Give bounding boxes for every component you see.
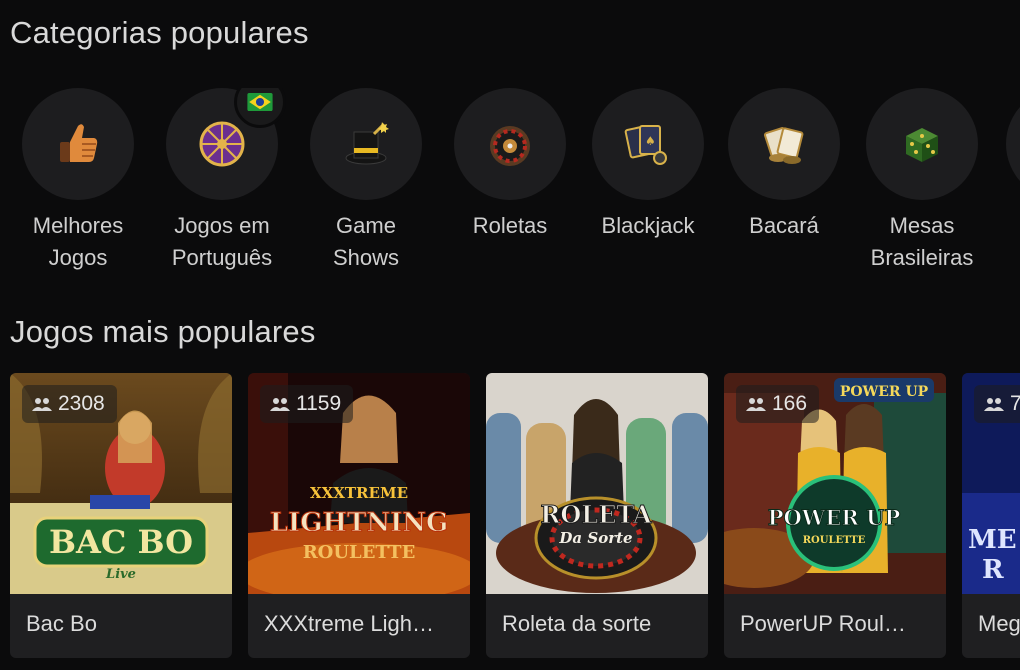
categories-carousel: Melhores Jogos Jogos em Português Game S… <box>0 88 1020 278</box>
category-label: Game Shows <box>332 213 400 270</box>
wheel-icon <box>199 121 245 167</box>
games-section-title: Jogos mais populares <box>10 314 316 349</box>
svg-text:Da Sorte: Da Sorte <box>558 529 632 547</box>
game-card-bac-bo[interactable]: BAC BO Live 2308 Bac Bo <box>10 373 232 658</box>
game-title: XXXtreme Ligh… <box>264 611 434 636</box>
category-label: Jogos em Português <box>171 213 273 270</box>
category-icon-circle <box>728 88 840 200</box>
svg-text:♠: ♠ <box>645 134 656 148</box>
category-label: Bacará <box>749 213 819 238</box>
player-count: 2308 <box>58 392 105 415</box>
category-icon-circle <box>22 88 134 200</box>
player-count: 1159 <box>296 392 342 415</box>
people-icon <box>984 398 1004 411</box>
games-carousel: BAC BO Live 2308 Bac Bo XXXTREME LIGHTNI… <box>0 373 1020 663</box>
category-jogos-em-portugues[interactable]: Jogos em Português <box>152 88 292 274</box>
category-label: Melhores Jogos <box>32 213 124 270</box>
baccarat-chips-icon <box>763 127 804 164</box>
roulette-icon <box>490 126 530 166</box>
game-title: PowerUP Roul… <box>740 611 906 636</box>
game-card-powerup-roulette[interactable]: POWER UP POWER UP ROULETTE 166 PowerUP R… <box>724 373 946 658</box>
category-label: Blackjack <box>601 213 695 238</box>
player-count-badge: 7 <box>974 385 1020 423</box>
svg-text:XXXTREME: XXXTREME <box>310 484 408 502</box>
game-card-xxxtreme-lightning[interactable]: XXXTREME LIGHTNING ROULETTE 1159 XXXtrem… <box>248 373 470 658</box>
game-card-mega-partial[interactable]: ME R 7 Meg <box>962 373 1020 658</box>
category-icon-circle <box>310 88 422 200</box>
player-count: 166 <box>772 392 808 415</box>
svg-text:POWER UP: POWER UP <box>840 384 929 400</box>
category-label: Mesas Brasileiras <box>870 213 974 270</box>
game-card-roleta-da-sorte[interactable]: ROLETA Da Sorte Roleta da sorte <box>486 373 708 658</box>
top-hat-icon <box>345 122 389 165</box>
category-blackjack[interactable]: ♠ Blackjack <box>578 88 718 242</box>
category-partial-next[interactable] <box>992 88 1020 200</box>
people-icon <box>32 398 52 411</box>
game-title: Bac Bo <box>26 611 97 636</box>
game-title: Meg <box>978 611 1020 636</box>
svg-text:R: R <box>982 555 1004 585</box>
game-logo-text: LIGHTNING <box>270 508 448 538</box>
player-count-badge: 1159 <box>260 385 354 423</box>
dice-icon <box>906 128 938 162</box>
player-count-badge: 2308 <box>22 385 117 423</box>
game-logo-text: BAC BO <box>49 523 193 561</box>
player-count-badge: 166 <box>736 385 820 423</box>
category-roletas[interactable]: Roletas <box>440 88 580 242</box>
category-icon-circle: ♠ <box>592 88 704 200</box>
category-bacara[interactable]: Bacará <box>714 88 854 242</box>
game-title: Roleta da sorte <box>502 611 652 636</box>
game-thumbnail: ROLETA Da Sorte <box>486 373 708 594</box>
player-count: 7 <box>1010 392 1020 415</box>
cards-icon: ♠ <box>624 125 667 165</box>
category-label: Roletas <box>472 213 548 238</box>
svg-text:Live: Live <box>105 567 136 582</box>
category-melhores-jogos[interactable]: Melhores Jogos <box>8 88 148 274</box>
category-mesas-brasileiras[interactable]: Mesas Brasileiras <box>852 88 992 274</box>
category-icon-circle <box>454 88 566 200</box>
svg-text:ME: ME <box>968 525 1017 555</box>
category-icon-circle <box>866 88 978 200</box>
svg-text:ROULETTE: ROULETTE <box>803 535 866 546</box>
people-icon <box>270 398 290 411</box>
categories-section-title: Categorias populares <box>10 15 309 50</box>
category-game-shows[interactable]: Game Shows <box>296 88 436 274</box>
game-logo-text: ROLETA <box>540 500 652 529</box>
brazil-flag-icon <box>247 93 273 111</box>
people-icon <box>746 398 766 411</box>
svg-text:ROULETTE: ROULETTE <box>303 542 416 563</box>
thumbs-up-icon <box>60 124 98 162</box>
game-logo-text: POWER UP <box>768 505 901 530</box>
category-icon-circle <box>1006 88 1020 200</box>
category-icon-circle <box>166 88 286 200</box>
